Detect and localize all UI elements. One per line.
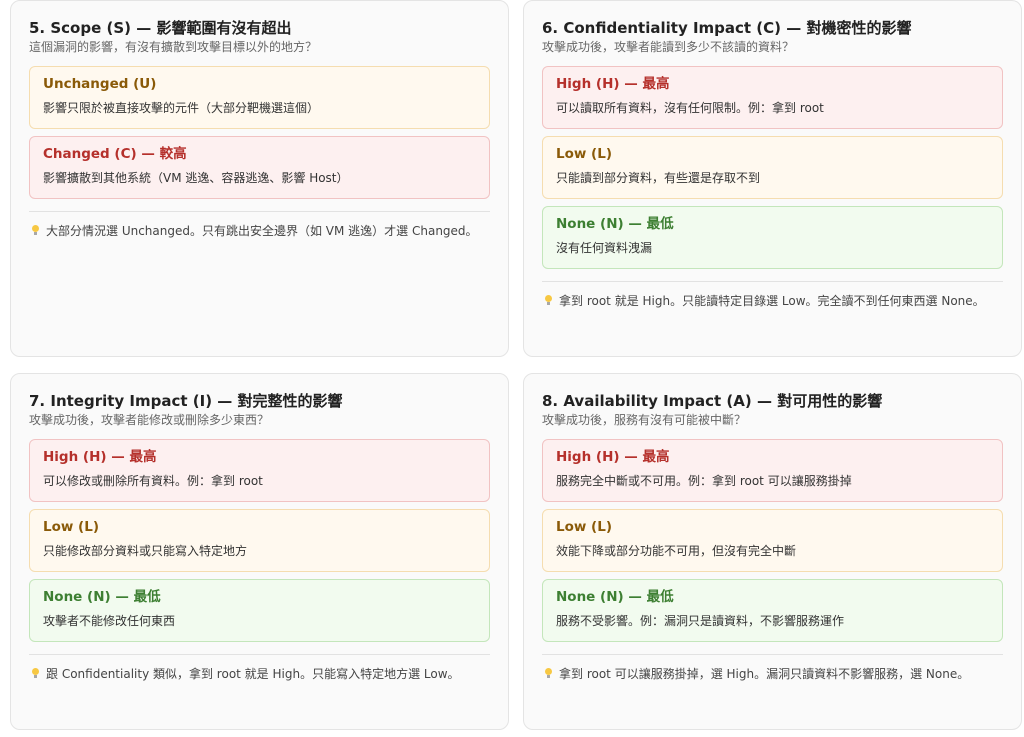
tip-text: 拿到 root 就是 High。只能讀特定目錄選 Low。完全讀不到任何東西選 … [559,294,985,308]
option-desc: 只能修改部分資料或只能寫入特定地方 [43,544,248,558]
lightbulb-icon [544,295,553,306]
option-desc: 可以修改或刪除所有資料。例：拿到 root [43,474,263,488]
tip: 跟 Confidentiality 類似，拿到 root 就是 High。只能寫… [29,654,490,684]
option-desc: 影響只限於被直接攻擊的元件（大部分靶機選這個） [43,101,320,115]
metric-grid: 5. Scope (S) — 影響範圍有沒有超出 這個漏洞的影響，有沒有擴散到攻… [0,0,1024,737]
card-subtitle: 這個漏洞的影響，有沒有擴散到攻擊目標以外的地方？ [29,40,318,54]
tip-text: 大部分情況選 Unchanged。只有跳出安全邊界（如 VM 逃逸）才選 Cha… [46,224,478,238]
option-name: High (H) — 最高 [556,449,670,465]
option-name: High (H) — 最高 [43,449,157,465]
option-low: Low (L) 效能下降或部分功能不可用，但沒有完全中斷 [542,509,1003,572]
option-desc: 效能下降或部分功能不可用，但沒有完全中斷 [556,544,797,558]
integrity-card: 7. Integrity Impact (I) — 對完整性的影響 攻擊成功後，… [10,373,509,730]
option-name: None (N) — 最低 [556,216,674,232]
option-name: Changed (C) — 較高 [43,146,187,162]
tip: 拿到 root 可以讓服務掛掉，選 High。漏洞只讀資料不影響服務，選 Non… [542,654,1003,684]
card-title: 8. Availability Impact (A) — 對可用性的影響 [542,392,883,410]
option-name: High (H) — 最高 [556,76,670,92]
option-name: Low (L) [43,519,99,535]
availability-card: 8. Availability Impact (A) — 對可用性的影響 攻擊成… [523,373,1022,730]
option-desc: 服務完全中斷或不可用。例：拿到 root 可以讓服務掛掉 [556,474,852,488]
card-subtitle: 攻擊成功後，攻擊者能讀到多少不該讀的資料？ [542,40,795,54]
scope-card: 5. Scope (S) — 影響範圍有沒有超出 這個漏洞的影響，有沒有擴散到攻… [10,0,509,357]
option-unchanged: Unchanged (U) 影響只限於被直接攻擊的元件（大部分靶機選這個） [29,66,490,129]
option-high: High (H) — 最高 可以修改或刪除所有資料。例：拿到 root [29,439,490,502]
option-none: None (N) — 最低 攻擊者不能修改任何東西 [29,579,490,642]
option-desc: 影響擴散到其他系統（VM 逃逸、容器逃逸、影響 Host） [43,171,349,185]
option-name: Low (L) [556,519,612,535]
option-high: High (H) — 最高 可以讀取所有資料，沒有任何限制。例：拿到 root [542,66,1003,129]
option-desc: 服務不受影響。例：漏洞只是讀資料，不影響服務運作 [556,614,845,628]
option-low: Low (L) 只能修改部分資料或只能寫入特定地方 [29,509,490,572]
option-none: None (N) — 最低 服務不受影響。例：漏洞只是讀資料，不影響服務運作 [542,579,1003,642]
option-desc: 攻擊者不能修改任何東西 [43,614,176,628]
confidentiality-card: 6. Confidentiality Impact (C) — 對機密性的影響 … [523,0,1022,357]
lightbulb-icon [31,225,40,236]
option-desc: 可以讀取所有資料，沒有任何限制。例：拿到 root [556,101,824,115]
option-desc: 只能讀到部分資料，有些還是存取不到 [556,171,761,185]
option-low: Low (L) 只能讀到部分資料，有些還是存取不到 [542,136,1003,199]
option-name: None (N) — 最低 [556,589,674,605]
card-title: 6. Confidentiality Impact (C) — 對機密性的影響 [542,19,912,37]
option-name: Low (L) [556,146,612,162]
option-name: Unchanged (U) [43,76,157,92]
tip-text: 拿到 root 可以讓服務掛掉，選 High。漏洞只讀資料不影響服務，選 Non… [559,667,970,681]
option-name: None (N) — 最低 [43,589,161,605]
card-subtitle: 攻擊成功後，服務有沒有可能被中斷？ [542,413,747,427]
lightbulb-icon [544,668,553,679]
option-high: High (H) — 最高 服務完全中斷或不可用。例：拿到 root 可以讓服務… [542,439,1003,502]
tip: 拿到 root 就是 High。只能讀特定目錄選 Low。完全讀不到任何東西選 … [542,281,1003,311]
tip-text: 跟 Confidentiality 類似，拿到 root 就是 High。只能寫… [46,667,460,681]
card-title: 7. Integrity Impact (I) — 對完整性的影響 [29,392,343,410]
card-subtitle: 攻擊成功後，攻擊者能修改或刪除多少東西？ [29,413,270,427]
lightbulb-icon [31,668,40,679]
option-none: None (N) — 最低 沒有任何資料洩漏 [542,206,1003,269]
tip: 大部分情況選 Unchanged。只有跳出安全邊界（如 VM 逃逸）才選 Cha… [29,211,490,241]
option-desc: 沒有任何資料洩漏 [556,241,653,255]
option-changed: Changed (C) — 較高 影響擴散到其他系統（VM 逃逸、容器逃逸、影響… [29,136,490,199]
card-title: 5. Scope (S) — 影響範圍有沒有超出 [29,19,292,37]
